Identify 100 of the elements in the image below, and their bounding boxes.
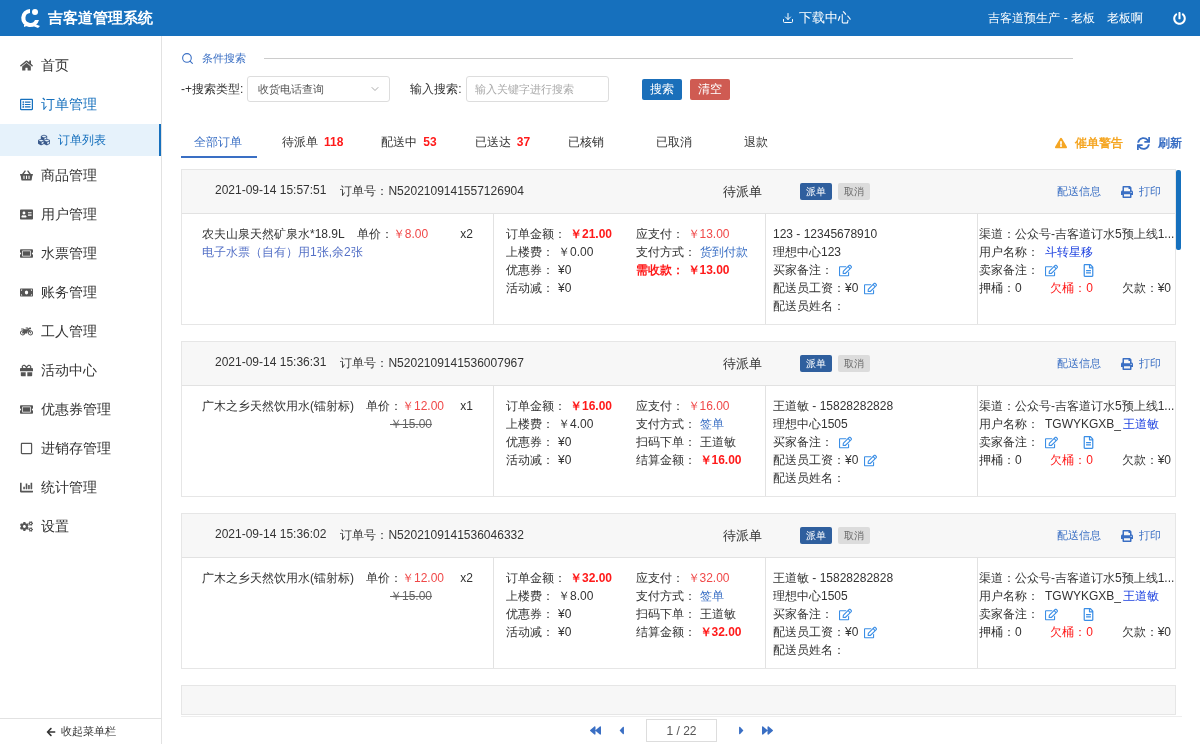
- edit-icon[interactable]: [839, 263, 852, 277]
- amount-label: 活动减：: [506, 452, 554, 469]
- document-icon[interactable]: [1082, 263, 1095, 277]
- deposit-buckets: 押桶：0: [979, 452, 1022, 469]
- user-name[interactable]: 斗转星移: [1045, 243, 1093, 261]
- amount-label: 应支付：: [635, 226, 684, 243]
- sidebar-item[interactable]: 账务管理: [0, 273, 161, 312]
- order-channel: 渠道：公众号-吉客道订水5预上线1...: [979, 226, 1175, 243]
- amount-value: ￥0.00: [558, 244, 594, 261]
- edit-icon[interactable]: [839, 435, 852, 449]
- document-icon[interactable]: [1082, 607, 1095, 621]
- amount-label: 上楼费：: [506, 244, 554, 261]
- sidebar-item[interactable]: 优惠券管理: [0, 390, 161, 429]
- amount-value: ¥0: [558, 280, 572, 297]
- refresh-link[interactable]: 刷新: [1137, 134, 1182, 152]
- search-type-select[interactable]: 收货电话查询: [247, 76, 391, 102]
- order-tab[interactable]: 已核销: [555, 128, 632, 158]
- amount-value: ￥32.00: [687, 570, 730, 587]
- edit-icon[interactable]: [1045, 263, 1058, 277]
- document-icon[interactable]: [1082, 435, 1095, 449]
- unit-price-label: 单价：: [366, 570, 402, 587]
- dispatch-button[interactable]: 派单: [800, 355, 832, 372]
- delivery-info-link[interactable]: 配送信息: [1057, 528, 1101, 543]
- order-tab[interactable]: 已取消: [643, 128, 720, 158]
- owed-amount: 欠款：¥0: [1121, 452, 1171, 469]
- amount-label: 支付方式：: [635, 416, 696, 433]
- edit-icon[interactable]: [864, 625, 878, 639]
- amount-label: 上楼费：: [506, 588, 554, 605]
- print-link[interactable]: 打印: [1121, 356, 1161, 371]
- page-field[interactable]: 1 / 22: [646, 719, 717, 742]
- search-field[interactable]: 输入关键字进行搜索: [465, 76, 609, 102]
- sidebar-item[interactable]: 用户管理: [0, 195, 161, 234]
- dispatch-button[interactable]: 派单: [800, 527, 832, 544]
- logo-icon: [18, 7, 42, 29]
- amount-label: 优惠券：: [506, 262, 554, 279]
- sidebar-item[interactable]: 工人管理: [0, 312, 161, 351]
- print-link[interactable]: 打印: [1121, 184, 1161, 199]
- cubes-icon: [38, 134, 50, 146]
- product-name: 广木之乡天然饮用水(镭射标): [202, 398, 354, 415]
- order-tab[interactable]: 退款: [731, 128, 808, 158]
- water-ticket-note: 电子水票（自有）用1张,余2张: [201, 244, 364, 261]
- user-name[interactable]: 王道敏: [1123, 587, 1159, 605]
- edit-icon[interactable]: [1045, 435, 1058, 449]
- owed-amount: 欠款：¥0: [1121, 624, 1171, 641]
- ticket-icon: [20, 403, 33, 416]
- scrollbar-thumb[interactable]: [1176, 170, 1181, 250]
- edit-icon[interactable]: [864, 453, 878, 467]
- basket-icon: [20, 169, 33, 182]
- user-name[interactable]: 王道敏: [1123, 415, 1159, 433]
- amount-label: 活动减：: [506, 624, 554, 641]
- payment-method: 签单: [699, 416, 724, 433]
- sidebar-item[interactable]: 水票管理: [0, 234, 161, 273]
- order-tab[interactable]: 全部订单: [181, 128, 257, 158]
- delivery-info-link[interactable]: 配送信息: [1057, 356, 1101, 371]
- ticket-icon: [20, 247, 33, 260]
- user-name-label: 用户名称：: [979, 244, 1039, 261]
- amount-value: ￥13.00: [687, 262, 730, 279]
- owed-buckets: 欠桶：0: [1050, 280, 1093, 297]
- first-page-icon[interactable]: [590, 725, 601, 736]
- edit-icon[interactable]: [864, 281, 878, 295]
- order-number: 订单号：N5202109141536007967: [340, 355, 524, 372]
- search-button[interactable]: 搜索: [641, 78, 682, 100]
- user-name-label: 用户名称：: [979, 588, 1039, 605]
- order-status: 待派单: [723, 526, 763, 545]
- home-icon: [20, 59, 33, 72]
- dispatch-button[interactable]: 派单: [800, 183, 832, 200]
- sidebar-item[interactable]: 统计管理: [0, 468, 161, 507]
- sidebar-item[interactable]: 活动中心: [0, 351, 161, 390]
- delivery-info-link[interactable]: 配送信息: [1057, 184, 1101, 199]
- sidebar-item[interactable]: 订单管理: [0, 85, 161, 124]
- user-id: TGWYKGXB_: [1045, 416, 1121, 433]
- warning-icon: [1055, 137, 1067, 149]
- print-link[interactable]: 打印: [1121, 528, 1161, 543]
- amount-label: 订单金额：: [506, 570, 566, 587]
- courier-name-label: 配送员姓名：: [773, 642, 846, 659]
- search-icon: [181, 51, 194, 65]
- owed-buckets: 欠桶：0: [1050, 452, 1093, 469]
- user-name[interactable]: 老板啊: [1107, 9, 1143, 27]
- edit-icon[interactable]: [1045, 607, 1058, 621]
- edit-icon[interactable]: [839, 607, 852, 621]
- printer-icon: [1121, 357, 1133, 370]
- sidebar-subitem[interactable]: 订单列表: [0, 124, 161, 156]
- order-tab[interactable]: 配送中 53: [368, 128, 450, 158]
- sidebar-item[interactable]: 进销存管理: [0, 429, 161, 468]
- courier-wage: 配送员工资：¥0: [773, 624, 859, 641]
- account-name: 吉客道预生产 - 老板: [988, 9, 1095, 27]
- clear-button[interactable]: 清空: [689, 78, 730, 100]
- order-tab[interactable]: 待派单 118: [269, 128, 357, 158]
- customer-contact: 王道敏 - 15828282828: [773, 570, 895, 587]
- collapse-menu-button[interactable]: 收起菜单栏: [0, 718, 161, 744]
- sidebar-item[interactable]: 商品管理: [0, 156, 161, 195]
- download-center-link[interactable]: 下载中心: [782, 9, 851, 27]
- amount-value: ￥4.00: [558, 416, 594, 433]
- sidebar-item[interactable]: 设置: [0, 507, 161, 546]
- power-icon[interactable]: [1173, 11, 1186, 25]
- last-page-icon[interactable]: [762, 725, 773, 736]
- sidebar-item[interactable]: 首页: [0, 46, 161, 85]
- amount-value: ￥8.00: [558, 588, 594, 605]
- payment-method: 货到付款: [699, 244, 748, 261]
- order-tab[interactable]: 已送达 37: [461, 128, 544, 158]
